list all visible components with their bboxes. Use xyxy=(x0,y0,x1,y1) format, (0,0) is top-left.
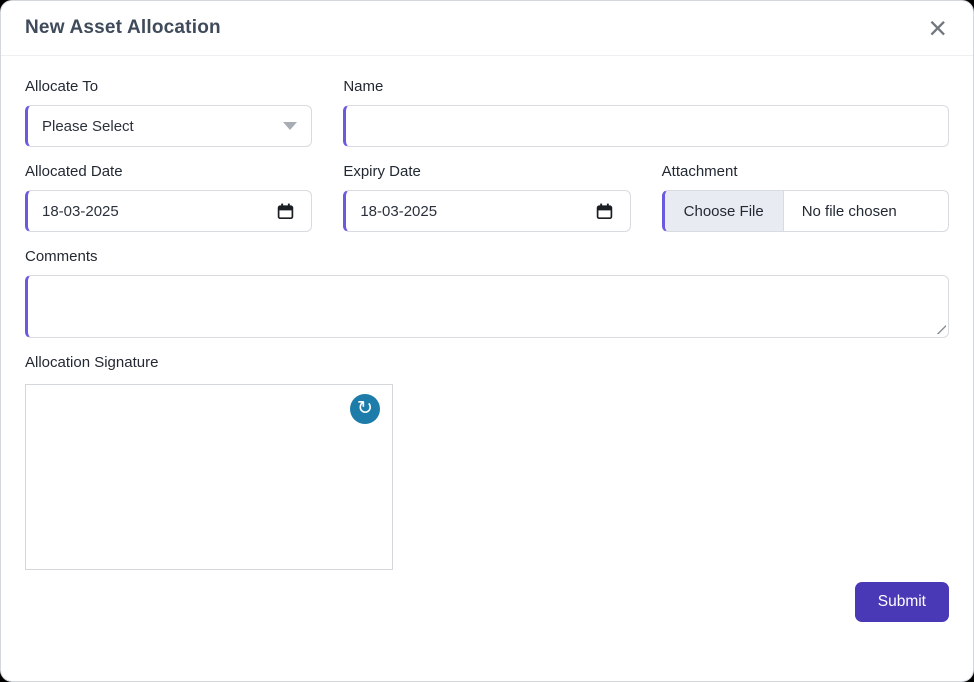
chevron-down-icon xyxy=(283,122,297,130)
expiry-date-value: 18-03-2025 xyxy=(360,203,437,220)
expiry-date-group: Expiry Date 18-03-2025 xyxy=(343,163,630,232)
attachment-file-input[interactable]: Choose File No file chosen xyxy=(662,190,949,232)
name-label: Name xyxy=(343,78,949,95)
name-group: Name xyxy=(343,78,949,147)
attachment-group: Attachment Choose File No file chosen xyxy=(662,163,949,232)
submit-button[interactable]: Submit xyxy=(855,582,949,622)
expiry-date-label: Expiry Date xyxy=(343,163,630,180)
dialog-header: New Asset Allocation × xyxy=(1,1,973,56)
dialog-body: Allocate To Please Select Name Allocated… xyxy=(1,56,973,622)
new-asset-allocation-dialog: New Asset Allocation × Allocate To Pleas… xyxy=(0,0,974,682)
form-row-1: Allocate To Please Select Name xyxy=(25,78,949,147)
signature-pad-canvas[interactable]: ↻ xyxy=(25,384,393,570)
calendar-icon[interactable] xyxy=(277,203,294,220)
allocated-date-label: Allocated Date xyxy=(25,163,312,180)
signature-group: Allocation Signature ↻ xyxy=(25,354,949,570)
allocate-to-label: Allocate To xyxy=(25,78,312,95)
attachment-label: Attachment xyxy=(662,163,949,180)
expiry-date-input[interactable]: 18-03-2025 xyxy=(343,190,630,232)
form-row-2: Allocated Date 18-03-2025 Expiry Date xyxy=(25,163,949,232)
allocated-date-value: 18-03-2025 xyxy=(42,203,119,220)
comments-label: Comments xyxy=(25,248,949,265)
allocate-to-selected-value: Please Select xyxy=(42,118,134,135)
allocation-signature-label: Allocation Signature xyxy=(25,354,949,371)
file-chosen-status: No file chosen xyxy=(784,191,915,231)
dialog-footer: Submit xyxy=(25,582,949,622)
dialog-title: New Asset Allocation xyxy=(25,17,221,39)
signature-refresh-button[interactable]: ↻ xyxy=(350,394,380,424)
close-icon[interactable]: × xyxy=(926,12,949,44)
allocated-date-group: Allocated Date 18-03-2025 xyxy=(25,163,312,232)
allocate-to-group: Allocate To Please Select xyxy=(25,78,312,147)
refresh-icon: ↻ xyxy=(357,399,373,418)
comments-textarea[interactable] xyxy=(25,275,949,338)
choose-file-button[interactable]: Choose File xyxy=(665,191,784,231)
allocated-date-input[interactable]: 18-03-2025 xyxy=(25,190,312,232)
allocate-to-select[interactable]: Please Select xyxy=(25,105,312,147)
comments-textarea-wrap xyxy=(25,275,949,338)
name-input[interactable] xyxy=(343,105,949,147)
comments-group: Comments xyxy=(25,248,949,338)
calendar-icon[interactable] xyxy=(596,203,613,220)
